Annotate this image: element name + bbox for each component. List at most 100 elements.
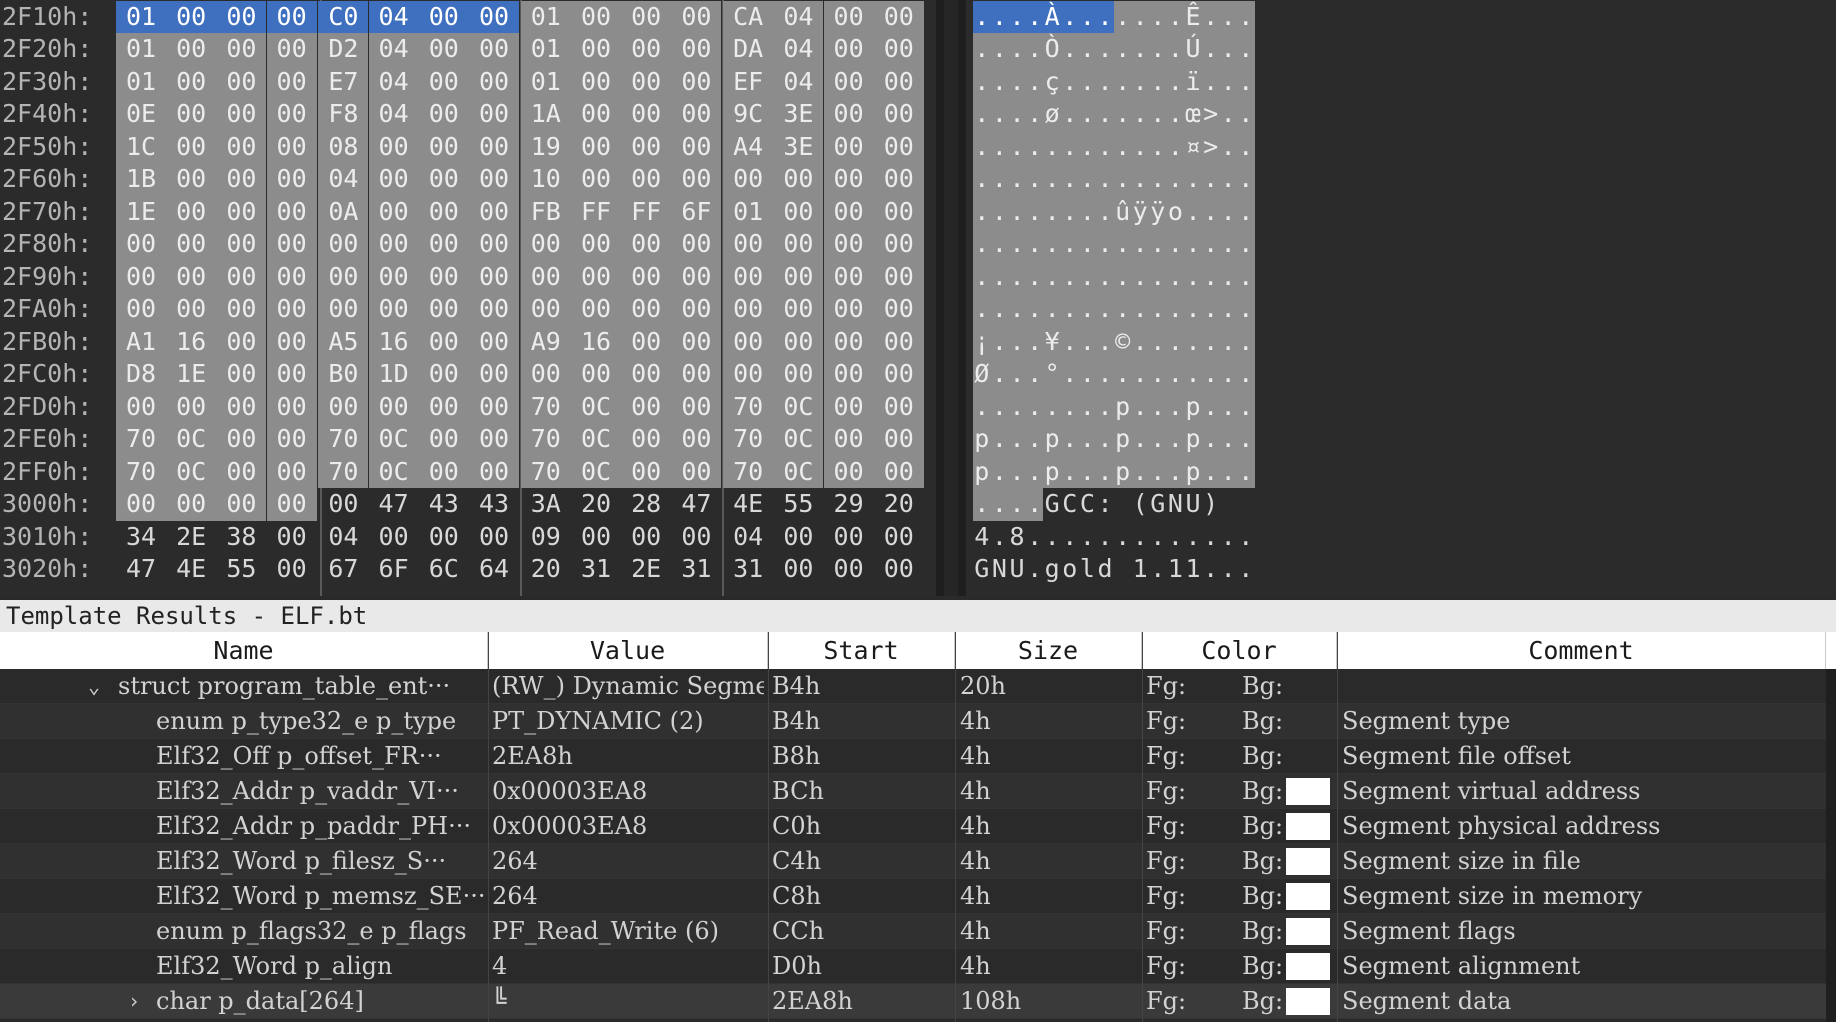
hex-byte[interactable]: 1B [116,163,166,196]
hex-byte[interactable]: 09 [521,521,571,554]
hex-byte[interactable]: 04 [723,521,773,554]
ascii-char[interactable]: . [973,488,991,521]
hex-byte[interactable]: 04 [368,98,419,131]
hex-row[interactable]: 2FA0h: 00 00 00 00 00 00 00 00 00 00 00 00 00 00 00 00..… [0,293,1836,326]
ascii-char[interactable]: . [1166,423,1185,456]
hex-byte[interactable]: 4E [166,553,216,586]
ascii-char[interactable]: . [1131,325,1149,358]
hex-byte[interactable]: 00 [318,293,369,326]
hex-byte[interactable]: 0C [166,455,217,488]
ascii-char[interactable]: . [1166,293,1185,326]
ascii-char[interactable]: . [1043,390,1061,423]
ascii-char[interactable]: . [1025,0,1044,33]
ascii-char[interactable]: C [1079,488,1097,521]
hex-byte[interactable]: 00 [418,455,469,488]
hex-byte[interactable]: 55 [216,553,266,586]
ascii-char[interactable]: . [1131,521,1149,554]
ascii-char[interactable]: . [990,195,1009,228]
ascii-char[interactable]: . [1061,33,1079,66]
hex-byte[interactable]: 00 [874,521,924,554]
hex-byte[interactable]: 01 [520,33,571,66]
ascii-char[interactable]: . [1078,293,1097,326]
hex-byte[interactable]: 00 [671,163,722,196]
ascii-char[interactable]: . [1061,0,1079,33]
ascii-char[interactable]: . [1149,325,1167,358]
hex-byte[interactable]: 00 [571,521,621,554]
hex-byte[interactable]: 9C [723,98,774,131]
hex-byte[interactable]: 00 [571,98,621,131]
hex-byte[interactable]: 00 [571,0,621,33]
ascii-char[interactable]: N [991,553,1009,586]
ascii-char[interactable]: . [1166,228,1185,261]
hex-byte[interactable]: 00 [418,65,469,98]
hex-byte[interactable]: 00 [873,98,924,131]
hex-bytes[interactable]: D8 1E 00 00 B0 1D 00 00 00 00 00 00 00 00 00 00 [116,358,932,391]
ascii-char[interactable]: . [1219,293,1237,326]
ascii-char[interactable]: . [1219,358,1237,391]
ascii-char[interactable]: . [1202,553,1220,586]
hex-row[interactable]: 3010h: 34 2E 38 00 04 00 00 00 09 00 00 00 04 00 00 00 4.… [0,521,1836,554]
ascii-char[interactable]: . [1237,65,1255,98]
ascii-char[interactable]: . [1237,33,1255,66]
ascii-char[interactable]: ) [1202,488,1220,521]
hex-byte[interactable]: B0 [318,358,369,391]
ascii-char[interactable]: . [1113,163,1132,196]
hex-byte[interactable]: 1E [166,358,217,391]
hex-byte[interactable]: 00 [723,293,774,326]
ascii-char[interactable]: . [1149,65,1167,98]
ascii-char[interactable]: d [1096,553,1114,586]
ascii-char[interactable]: . [973,390,991,423]
hex-row[interactable]: 2F50h: 1C 00 00 00 08 00 00 00 19 00 00 00 A4 3E 00 00..… [0,130,1836,163]
hex-byte[interactable]: 00 [216,163,267,196]
hex-byte[interactable]: C0 [318,0,369,33]
hex-byte[interactable]: 00 [418,260,469,293]
hex-byte[interactable]: 00 [216,390,267,423]
hex-byte[interactable]: 00 [671,358,722,391]
hex-byte[interactable]: 00 [671,0,722,33]
hex-byte[interactable]: CA [723,0,774,33]
hex-byte[interactable]: 00 [469,358,519,391]
hex-byte[interactable]: 20 [521,553,571,586]
hex-bytes[interactable]: 34 2E 38 00 04 00 00 00 09 00 00 00 04 00 00 00 [116,521,932,554]
ascii-char[interactable]: . [1219,195,1237,228]
hex-byte[interactable]: 3E [773,130,824,163]
ascii-char[interactable]: . [1025,130,1044,163]
hex-byte[interactable]: 00 [318,260,369,293]
hex-byte[interactable]: 00 [216,455,267,488]
hex-byte[interactable]: 00 [773,553,823,586]
ascii-char[interactable]: . [1008,163,1026,196]
bg-color-swatch[interactable] [1286,918,1330,945]
ascii-char[interactable]: U [1008,553,1026,586]
ascii-char[interactable]: . [1219,390,1237,423]
hex-byte[interactable]: 00 [824,521,874,554]
hex-byte[interactable]: 04 [773,33,824,66]
column-header-color[interactable]: Color [1142,632,1337,669]
hex-byte[interactable]: 70 [723,423,774,456]
ascii-char[interactable]: . [1061,130,1079,163]
ascii-char[interactable]: . [1219,260,1237,293]
hex-byte[interactable]: 04 [773,65,824,98]
hex-row[interactable]: 2FF0h: 70 0C 00 00 70 0C 00 00 70 0C 00 00 70 0C 00 00 p.… [0,455,1836,488]
ascii-char[interactable]: . [1131,390,1149,423]
ascii-char[interactable]: . [1201,455,1220,488]
ascii-char[interactable]: . [973,260,991,293]
hex-byte[interactable]: 00 [368,195,419,228]
ascii-char[interactable]: . [1113,358,1132,391]
ascii-char[interactable]: . [1237,423,1255,456]
ascii-char[interactable]: © [1113,325,1132,358]
ascii-char[interactable]: . [1061,423,1079,456]
hex-byte[interactable]: 70 [723,455,774,488]
hex-byte[interactable]: 0C [773,423,824,456]
ascii-char[interactable]: o [1061,553,1079,586]
hex-byte[interactable]: 00 [266,325,317,358]
ascii-char[interactable]: p [973,455,991,488]
hex-byte[interactable]: 64 [469,553,519,586]
ascii-column[interactable]: Ø... °........... [973,358,1259,391]
column-header-value[interactable]: Value [488,632,768,669]
ascii-char[interactable]: C [1061,488,1079,521]
hex-byte[interactable]: 20 [874,488,924,521]
hex-byte[interactable]: 00 [266,163,317,196]
ascii-column[interactable]: p...p...p...p... [973,455,1259,488]
ascii-char[interactable]: . [1025,228,1044,261]
bg-color-swatch[interactable] [1286,883,1330,910]
